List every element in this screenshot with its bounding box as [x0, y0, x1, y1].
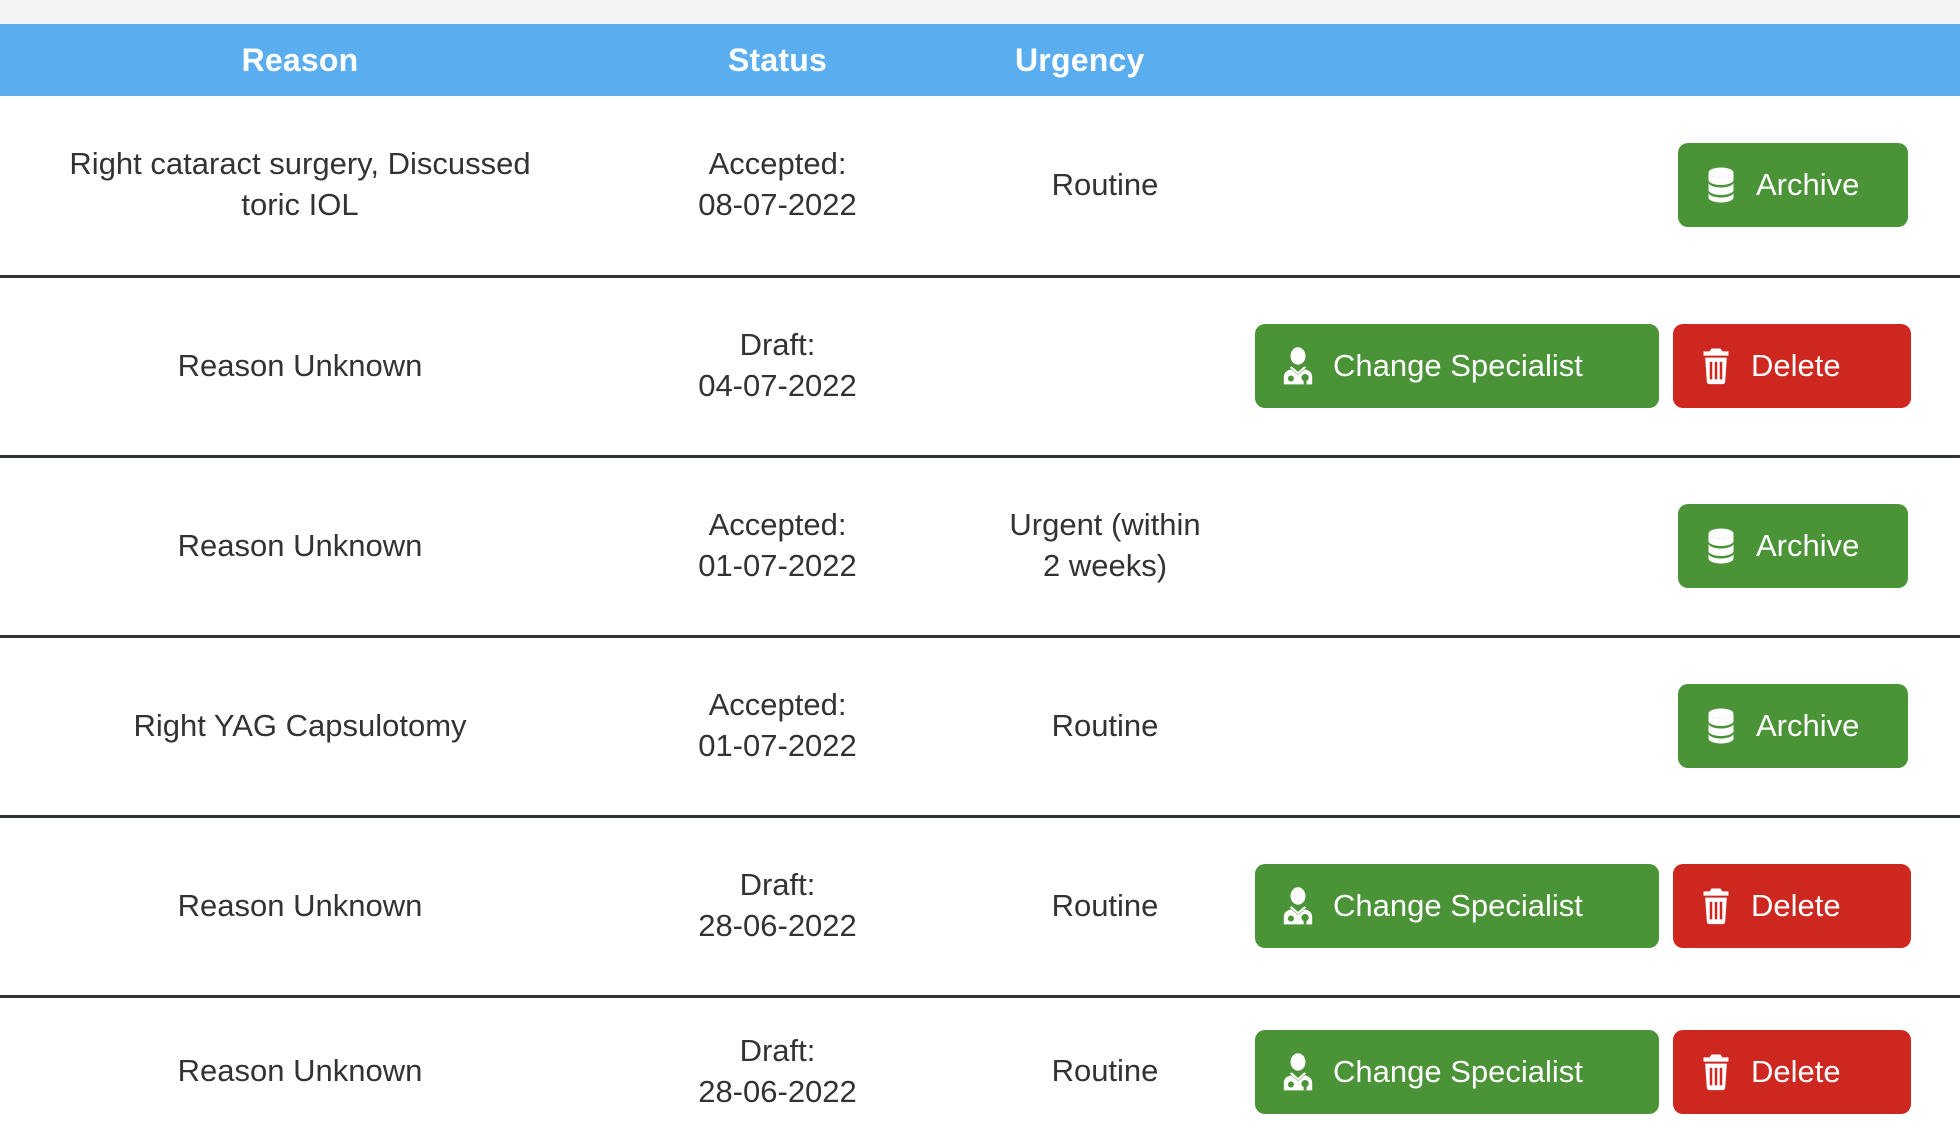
table-header: Reason Status Urgency — [0, 24, 1960, 96]
change-specialist-button[interactable]: Change Specialist — [1255, 1029, 1659, 1114]
cell-actions: Change Specialist Delete — [1255, 276, 1960, 458]
delete-button[interactable]: Delete — [1673, 1029, 1911, 1114]
table-body: Right cataract surgery, Discussed toric … — [0, 96, 1960, 1146]
column-header-status[interactable]: Status — [600, 24, 955, 96]
user-doctor-icon — [1277, 345, 1319, 387]
archive-button-label: Archive — [1756, 708, 1860, 743]
change-specialist-button-label: Change Specialist — [1333, 348, 1583, 383]
change-specialist-button[interactable]: Change Specialist — [1255, 324, 1659, 408]
archive-button-label: Archive — [1756, 528, 1860, 563]
cell-status: Accepted: 08-07-2022 — [600, 96, 955, 278]
referrals-table-page: Reason Status Urgency Right cataract sur… — [0, 0, 1960, 1142]
cell-reason: Reason Unknown — [0, 276, 600, 458]
table-row: Reason Unknown Draft: 28-06-2022 Routine Ch… — [0, 816, 1960, 998]
database-icon — [1700, 164, 1742, 206]
cell-actions: Archive — [1255, 96, 1960, 278]
cell-status: Draft: 04-07-2022 — [600, 276, 955, 458]
archive-button[interactable]: Archive — [1678, 143, 1908, 228]
delete-button-label: Delete — [1751, 1053, 1841, 1089]
column-header-urgency[interactable]: Urgency — [955, 24, 1255, 96]
cell-actions: Archive — [1255, 636, 1960, 818]
cell-urgency: Routine — [955, 96, 1255, 278]
cell-reason: Reason Unknown — [177, 1053, 423, 1089]
top-strip — [0, 0, 1960, 24]
user-doctor-icon — [1277, 885, 1319, 927]
cell-reason: Right YAG Capsulotomy — [0, 636, 600, 818]
change-specialist-button[interactable]: Change Specialist — [1255, 864, 1659, 948]
cell-status: Accepted: 01-07-2022 — [600, 456, 955, 638]
table-row: Reason Unknown Accepted: 01-07-2022 Urgent… — [0, 456, 1960, 638]
cell-actions: Change Specialist Delete — [1255, 816, 1960, 998]
trash-icon — [1695, 345, 1737, 387]
database-icon — [1700, 525, 1742, 567]
cell-reason: Reason Unknown — [0, 456, 600, 638]
trash-icon — [1695, 885, 1737, 927]
user-doctor-icon — [1277, 1051, 1319, 1093]
delete-button[interactable]: Delete — [1673, 324, 1911, 408]
cell-reason: Reason Unknown — [0, 816, 600, 998]
delete-button-label: Delete — [1751, 888, 1841, 923]
cell-actions: Change Specialist Delete — [1255, 996, 1960, 1146]
table-header-row: Reason Status Urgency — [0, 24, 1960, 96]
archive-button-label: Archive — [1756, 167, 1860, 203]
trash-icon — [1695, 1051, 1737, 1093]
cell-urgency: Routine — [955, 816, 1255, 998]
database-icon — [1700, 705, 1742, 747]
cell-reason: Right cataract surgery, Discussed toric … — [0, 96, 600, 278]
archive-button[interactable]: Archive — [1678, 504, 1908, 588]
table-row: Reason Unknown Draft: 28-06-2022 Routine Ch… — [0, 996, 1960, 1146]
cell-urgency: Routine — [955, 636, 1255, 818]
cell-urgency: Urgent (within 2 weeks) — [955, 456, 1255, 638]
cell-actions: Archive — [1255, 456, 1960, 638]
delete-button-label: Delete — [1751, 348, 1841, 383]
delete-button[interactable]: Delete — [1673, 864, 1911, 948]
change-specialist-button-label: Change Specialist — [1333, 1053, 1583, 1089]
column-header-actions — [1255, 24, 1960, 96]
referrals-table: Reason Status Urgency Right cataract sur… — [0, 24, 1960, 1146]
cell-status: Draft: 28-06-2022 — [600, 816, 955, 998]
cell-status: Accepted: 01-07-2022 — [600, 636, 955, 818]
cell-status: Draft: 28-06-2022 — [698, 1032, 857, 1109]
table-row: Right cataract surgery, Discussed toric … — [0, 96, 1960, 278]
column-header-reason[interactable]: Reason — [0, 24, 600, 96]
table-row: Right YAG Capsulotomy Accepted: 01-07-202… — [0, 636, 1960, 818]
table-row: Reason Unknown Draft: 04-07-2022 Change Sp… — [0, 276, 1960, 458]
cell-urgency: Routine — [1051, 1053, 1159, 1089]
cell-urgency — [955, 276, 1255, 458]
change-specialist-button-label: Change Specialist — [1333, 888, 1583, 923]
archive-button[interactable]: Archive — [1678, 684, 1908, 768]
